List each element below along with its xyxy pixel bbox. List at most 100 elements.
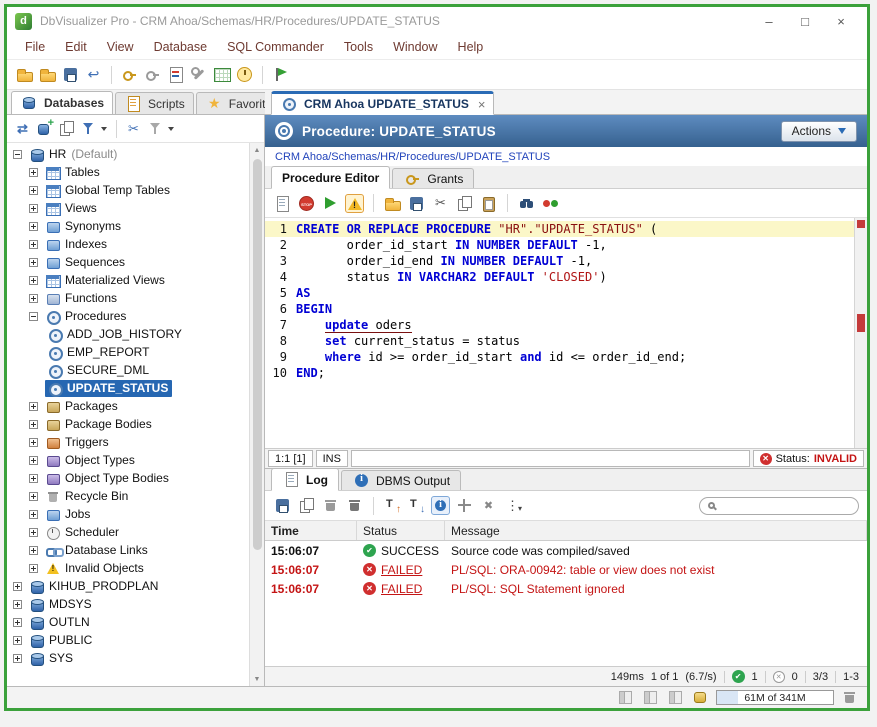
tree-item-package-bodies[interactable]: Package Bodies — [7, 415, 249, 433]
actions-button[interactable]: Actions — [781, 121, 857, 142]
scroll-up-icon[interactable]: ▲ — [254, 143, 261, 157]
expand-icon[interactable] — [29, 456, 38, 465]
tree-item-packages[interactable]: Packages — [7, 397, 249, 415]
tree-item-object-type-bodies[interactable]: Object Type Bodies — [7, 469, 249, 487]
tree-item-kihub-prodplan[interactable]: KIHUB_PRODPLAN — [7, 577, 249, 595]
menu-item-sql-commander[interactable]: SQL Commander — [217, 37, 334, 57]
tree-item-views[interactable]: Views — [7, 199, 249, 217]
pane-toggle-icon[interactable] — [666, 688, 685, 707]
tools-icon[interactable] — [189, 65, 208, 84]
tab-favorites[interactable]: Favorites — [196, 92, 265, 114]
expand-icon[interactable] — [29, 294, 38, 303]
tree-item-tables[interactable]: Tables — [7, 163, 249, 181]
tree-item-outln[interactable]: OUTLN — [7, 613, 249, 631]
tree-item-functions[interactable]: Functions — [7, 289, 249, 307]
db-add-icon[interactable] — [35, 119, 54, 138]
trash-icon[interactable] — [321, 496, 340, 515]
expand-icon[interactable] — [29, 168, 38, 177]
expand-icon[interactable] — [29, 564, 38, 573]
refresh-icon[interactable] — [13, 119, 32, 138]
column-header-time[interactable]: Time — [265, 521, 357, 540]
tree-item-recycle-bin[interactable]: Recycle Bin — [7, 487, 249, 505]
tree-scrollbar[interactable]: ▲ ▼ — [249, 143, 264, 686]
tree-item-synonyms[interactable]: Synonyms — [7, 217, 249, 235]
export-icon[interactable] — [407, 194, 426, 213]
expand-icon[interactable] — [13, 636, 22, 645]
expand-icon[interactable] — [29, 186, 38, 195]
expand-icon[interactable] — [29, 438, 38, 447]
trash2-icon[interactable] — [345, 496, 364, 515]
sheets-icon[interactable] — [57, 119, 76, 138]
save-icon[interactable] — [61, 65, 80, 84]
tree-item-jobs[interactable]: Jobs — [7, 505, 249, 523]
log-search-box[interactable] — [699, 497, 859, 515]
tree-item-update-status[interactable]: UPDATE_STATUS — [7, 379, 249, 397]
paste-icon[interactable] — [479, 194, 498, 213]
tree-item-scheduler[interactable]: Scheduler — [7, 523, 249, 541]
tree-item-triggers[interactable]: Triggers — [7, 433, 249, 451]
folder-add-icon[interactable] — [38, 65, 57, 84]
minimize-button[interactable]: – — [751, 10, 787, 32]
expand-icon[interactable] — [13, 654, 22, 663]
tree-item-mdsys[interactable]: MDSYS — [7, 595, 249, 613]
collapse-icon[interactable] — [29, 312, 38, 321]
tab-dbms-output[interactable]: DBMS Output — [341, 470, 461, 490]
warning-icon[interactable] — [345, 194, 364, 213]
tree-item-hr[interactable]: HR(Default) — [7, 145, 249, 163]
expand-icon[interactable] — [29, 510, 38, 519]
info-icon[interactable] — [431, 496, 450, 515]
tree-item-emp-report[interactable]: EMP_REPORT — [7, 343, 249, 361]
expand-icon[interactable] — [29, 276, 38, 285]
expand-icon[interactable] — [29, 492, 38, 501]
tab-procedure-editor[interactable]: Procedure Editor — [271, 166, 390, 189]
tab-scripts[interactable]: Scripts — [115, 92, 194, 114]
tab-grants[interactable]: Grants — [392, 168, 474, 188]
expand-icon[interactable] — [29, 240, 38, 249]
tab-log[interactable]: Log — [271, 468, 339, 491]
filter-icon[interactable] — [79, 119, 98, 138]
folder-icon[interactable] — [15, 65, 34, 84]
clock-icon[interactable] — [235, 65, 254, 84]
tree-item-sequences[interactable]: Sequences — [7, 253, 249, 271]
tree-item-global-temp-tables[interactable]: Global Temp Tables — [7, 181, 249, 199]
compare-icon[interactable] — [541, 194, 560, 213]
sql-editor[interactable]: 1CREATE OR REPLACE PROCEDURE "HR"."UPDAT… — [265, 218, 854, 448]
menu-item-database[interactable]: Database — [144, 37, 218, 57]
filter-icon-dropdown-caret[interactable] — [101, 127, 107, 131]
error-stripe[interactable] — [854, 218, 867, 448]
close-button[interactable]: × — [823, 10, 859, 32]
expand-icon[interactable] — [29, 474, 38, 483]
tree-item-object-types[interactable]: Object Types — [7, 451, 249, 469]
log-search-input[interactable] — [721, 500, 850, 512]
expand-icon[interactable] — [13, 618, 22, 627]
expand-icon[interactable] — [29, 402, 38, 411]
menu-item-edit[interactable]: Edit — [55, 37, 97, 57]
ttop-icon[interactable] — [383, 496, 402, 515]
tree-item-sys[interactable]: SYS — [7, 649, 249, 667]
close-gray-icon[interactable] — [479, 496, 498, 515]
scroll-down-icon[interactable]: ▼ — [254, 672, 261, 686]
disconnect-icon[interactable] — [143, 65, 162, 84]
expand-icon[interactable] — [29, 420, 38, 429]
tree-item-database-links[interactable]: Database Links — [7, 541, 249, 559]
menu-item-view[interactable]: View — [97, 37, 144, 57]
maximize-button[interactable]: □ — [787, 10, 823, 32]
column-header-status[interactable]: Status — [357, 521, 445, 540]
log-row[interactable]: 15:06:07SUCCESSSource code was compiled/… — [265, 541, 867, 560]
log-row[interactable]: 15:06:07FAILEDPL/SQL: ORA-00942: table o… — [265, 560, 867, 579]
commander-icon[interactable] — [166, 65, 185, 84]
menu-item-window[interactable]: Window — [383, 37, 447, 57]
folder-icon[interactable] — [383, 194, 402, 213]
tab-close-icon[interactable]: × — [478, 97, 486, 112]
tab-databases[interactable]: Databases — [11, 91, 113, 114]
tree-item-materialized-views[interactable]: Materialized Views — [7, 271, 249, 289]
expand-icon[interactable] — [29, 222, 38, 231]
document-tab[interactable]: CRM Ahoa UPDATE_STATUS × — [271, 91, 494, 115]
expand-icon[interactable] — [13, 600, 22, 609]
scrollbar-thumb[interactable] — [253, 159, 262, 550]
tbottom-icon[interactable] — [407, 496, 426, 515]
flag-icon[interactable] — [271, 65, 290, 84]
run-icon[interactable] — [321, 194, 340, 213]
copy-icon[interactable] — [455, 194, 474, 213]
cutx-icon[interactable] — [124, 119, 143, 138]
